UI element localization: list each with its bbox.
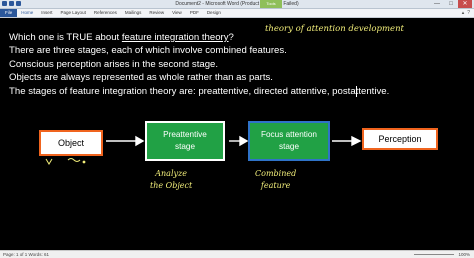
document-canvas[interactable]: theory of attention development Which on… [0,18,474,250]
tab-mailings[interactable]: Mailings [121,9,146,17]
handwritten-note-combined: Combined feature [255,168,296,192]
tab-design[interactable]: Design [203,9,225,17]
focus-attention-stage-box[interactable]: Focus attention stage [248,121,330,161]
help-icon[interactable]: ? [467,9,470,17]
tab-home[interactable]: Home [17,9,37,17]
perception-label: Perception [378,134,422,144]
arrowhead-1 [135,135,145,147]
word-window: Document2 - Microsoft Word (Product Acti… [0,0,474,258]
preattentive-stage-box[interactable]: Preattentive stage [145,121,225,161]
window-title: Document2 - Microsoft Word (Product Acti… [175,1,299,7]
handwritten-scribbles [45,158,86,165]
tab-page-layout[interactable]: Page Layout [57,9,90,17]
combined-line2: feature [260,181,291,190]
preattentive-label-line2: stage [174,142,195,151]
focus-label: Focus attention stage [261,129,317,153]
preattentive-label-line1: Preattentive [163,130,207,139]
scribble-mark-1 [45,158,53,165]
focus-label-line2: stage [278,142,299,151]
analyze-line2: the Object [150,181,193,190]
minimize-ribbon-icon[interactable]: ▴ [462,9,465,17]
tab-file[interactable]: File [0,9,18,17]
object-label: Object [57,138,84,148]
tab-insert[interactable]: Insert [37,9,56,17]
preattentive-label: Preattentive stage [163,129,207,153]
tab-references[interactable]: References [90,9,121,17]
handwritten-note-analyze: Analyze the Object [150,168,192,192]
focus-label-line1: Focus attention [261,130,317,139]
window-controls: — □ ✕ [430,0,472,8]
arrowhead-3 [351,135,362,147]
scribble-mark-2 [67,158,81,162]
title-bar: Document2 - Microsoft Word (Product Acti… [0,0,474,9]
analyze-line1: Analyze [155,169,187,178]
arrowhead-2 [239,135,249,147]
combined-line1: Combined [255,169,297,178]
zoom-slider[interactable] [414,254,454,255]
tab-pdf[interactable]: PDF [186,9,203,17]
tab-view[interactable]: View [168,9,186,17]
object-box[interactable]: Object [39,130,103,156]
ribbon-right-controls: ▴ ? [462,9,470,17]
minimize-button[interactable]: — [430,0,444,8]
close-button[interactable]: ✕ [458,0,472,8]
tab-review[interactable]: Review [145,9,168,17]
perception-box[interactable]: Perception [362,128,438,150]
drawing-tools-tab[interactable]: Tools [260,0,282,8]
scribble-dot [82,160,86,164]
ribbon-tabs: File Home Insert Page Layout References … [0,9,474,18]
maximize-button[interactable]: □ [444,0,458,8]
